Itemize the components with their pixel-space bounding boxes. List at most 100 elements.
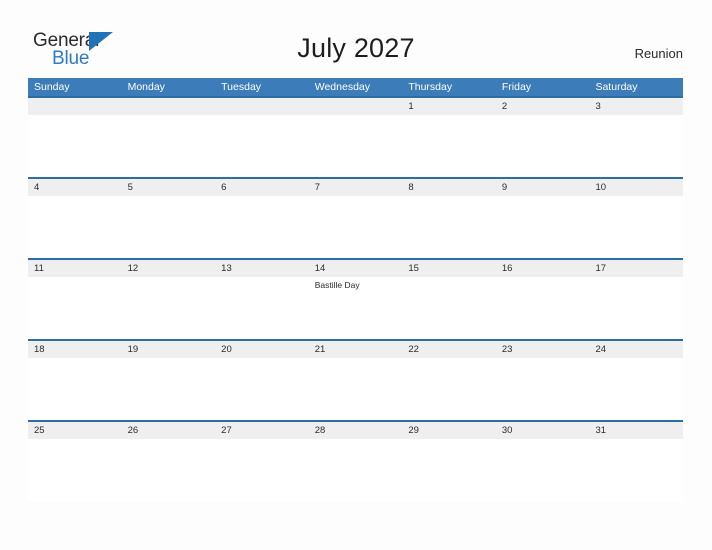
event-cell[interactable] xyxy=(122,196,216,258)
event-cell[interactable] xyxy=(589,196,683,258)
day-cell[interactable]: 4 xyxy=(28,179,122,196)
day-number: 8 xyxy=(408,182,414,193)
event-cell[interactable] xyxy=(496,277,590,339)
week-event-band xyxy=(28,196,683,258)
day-cell[interactable]: 5 xyxy=(122,179,216,196)
week-event-band xyxy=(28,115,683,177)
event-cell[interactable] xyxy=(402,277,496,339)
event-cell[interactable] xyxy=(215,115,309,177)
event-cell[interactable] xyxy=(496,115,590,177)
event-cell[interactable] xyxy=(122,439,216,501)
event-cell[interactable] xyxy=(496,439,590,501)
event-cell[interactable] xyxy=(28,115,122,177)
day-number: 17 xyxy=(595,263,607,274)
day-cell[interactable]: 1 xyxy=(402,98,496,115)
day-cell[interactable] xyxy=(309,98,403,115)
event-cell[interactable] xyxy=(122,277,216,339)
event-cell[interactable] xyxy=(402,358,496,420)
event-cell[interactable]: Bastille Day xyxy=(309,277,403,339)
calendar-grid: Sunday Monday Tuesday Wednesday Thursday… xyxy=(28,78,683,501)
day-cell[interactable]: 25 xyxy=(28,422,122,439)
week-date-band: 25 26 27 28 29 30 31 xyxy=(28,422,683,439)
day-number: 23 xyxy=(501,344,513,355)
day-cell[interactable]: 16 xyxy=(496,260,590,277)
day-cell[interactable]: 20 xyxy=(215,341,309,358)
day-cell[interactable]: 30 xyxy=(496,422,590,439)
day-cell[interactable] xyxy=(122,98,216,115)
event-cell[interactable] xyxy=(589,277,683,339)
region-label: Reunion xyxy=(634,46,683,61)
day-cell[interactable]: 15 xyxy=(402,260,496,277)
day-cell[interactable]: 24 xyxy=(589,341,683,358)
event-cell[interactable] xyxy=(215,196,309,258)
day-cell[interactable]: 7 xyxy=(309,179,403,196)
weekday-header-row: Sunday Monday Tuesday Wednesday Thursday… xyxy=(28,78,683,96)
day-cell[interactable]: 14 xyxy=(309,260,403,277)
event-cell[interactable] xyxy=(28,439,122,501)
day-cell[interactable]: 22 xyxy=(402,341,496,358)
day-cell[interactable]: 27 xyxy=(215,422,309,439)
day-number: 6 xyxy=(221,182,227,193)
day-number: 2 xyxy=(501,101,508,112)
day-cell[interactable]: 2 xyxy=(496,98,590,115)
calendar-week-row: 25 26 27 28 29 30 31 xyxy=(28,420,683,501)
day-cell[interactable]: 12 xyxy=(122,260,216,277)
day-number: 4 xyxy=(34,182,40,193)
day-number: 7 xyxy=(314,182,321,193)
day-number: 13 xyxy=(221,263,232,274)
day-number: 10 xyxy=(595,182,607,193)
day-cell[interactable]: 6 xyxy=(215,179,309,196)
event-cell[interactable] xyxy=(309,196,403,258)
event-cell[interactable] xyxy=(215,358,309,420)
day-cell[interactable]: 21 xyxy=(309,341,403,358)
day-number: 24 xyxy=(595,344,607,355)
day-number: 18 xyxy=(34,344,45,355)
day-number: 20 xyxy=(221,344,232,355)
day-cell[interactable]: 23 xyxy=(496,341,590,358)
event-cell[interactable] xyxy=(309,115,403,177)
event-cell[interactable] xyxy=(402,196,496,258)
day-number: 21 xyxy=(314,344,326,355)
day-cell[interactable]: 13 xyxy=(215,260,309,277)
weekday-header-thursday: Thursday xyxy=(408,81,453,93)
event-cell[interactable] xyxy=(215,439,309,501)
day-cell[interactable]: 17 xyxy=(589,260,683,277)
calendar-week-row: 1 2 3 xyxy=(28,96,683,177)
day-cell[interactable]: 18 xyxy=(28,341,122,358)
event-cell[interactable] xyxy=(496,358,590,420)
weekday-header-monday: Monday xyxy=(127,81,165,93)
event-cell[interactable] xyxy=(589,439,683,501)
event-cell[interactable] xyxy=(28,196,122,258)
event-cell[interactable] xyxy=(215,277,309,339)
day-cell[interactable]: 26 xyxy=(122,422,216,439)
event-cell[interactable] xyxy=(122,115,216,177)
day-cell[interactable]: 19 xyxy=(122,341,216,358)
day-cell[interactable] xyxy=(215,98,309,115)
day-cell[interactable]: 9 xyxy=(496,179,590,196)
event-cell[interactable] xyxy=(28,358,122,420)
day-number: 9 xyxy=(501,182,508,193)
event-cell[interactable] xyxy=(589,358,683,420)
event-cell[interactable] xyxy=(402,115,496,177)
day-cell[interactable]: 29 xyxy=(402,422,496,439)
day-number: 1 xyxy=(408,101,414,112)
day-number: 22 xyxy=(408,344,419,355)
day-cell[interactable]: 31 xyxy=(589,422,683,439)
week-event-band: Bastille Day xyxy=(28,277,683,339)
event-cell[interactable] xyxy=(122,358,216,420)
day-cell[interactable]: 11 xyxy=(28,260,122,277)
event-cell[interactable] xyxy=(496,196,590,258)
day-cell[interactable]: 10 xyxy=(589,179,683,196)
event-cell[interactable] xyxy=(309,358,403,420)
day-cell[interactable]: 3 xyxy=(589,98,683,115)
event-cell[interactable] xyxy=(309,439,403,501)
event-cell[interactable] xyxy=(589,115,683,177)
day-cell[interactable]: 28 xyxy=(309,422,403,439)
page-header: General Blue July 2027 Reunion xyxy=(0,0,712,76)
day-cell[interactable] xyxy=(28,98,122,115)
event-cell[interactable] xyxy=(402,439,496,501)
event-cell[interactable] xyxy=(28,277,122,339)
week-date-band: 1 2 3 xyxy=(28,98,683,115)
calendar-week-row: 11 12 13 14 15 16 17 Bastille Day xyxy=(28,258,683,339)
day-cell[interactable]: 8 xyxy=(402,179,496,196)
